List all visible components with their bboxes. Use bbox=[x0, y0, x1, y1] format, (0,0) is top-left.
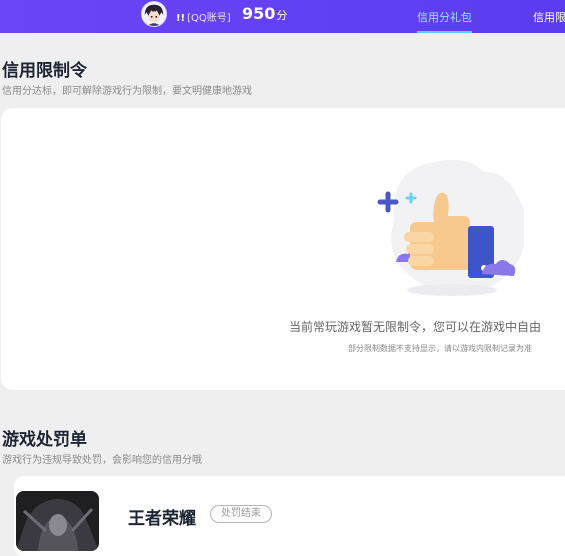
thumbs-up-icon bbox=[374, 150, 526, 300]
restriction-section-title: 信用限制令 bbox=[2, 61, 87, 81]
empty-restriction-message: 当前常玩游戏暂无限制令，您可以在游戏中自由 bbox=[289, 320, 542, 334]
tab-credit-gift[interactable]: 信用分礼包 bbox=[417, 9, 472, 33]
empty-restriction-note: 部分限制数据不支持显示，请以游戏内限制记录为准 bbox=[348, 344, 532, 353]
punishment-section-title: 游戏处罚单 bbox=[2, 430, 87, 450]
game-name: 王者荣耀 bbox=[128, 509, 196, 529]
restriction-section-subtitle: 信用分达标，即可解除游戏行为限制，要文明健康地游戏 bbox=[2, 86, 252, 97]
credit-score-unit: 分 bbox=[276, 9, 288, 22]
game-thumbnail bbox=[16, 491, 99, 551]
avatar[interactable] bbox=[141, 1, 167, 27]
account-label: [QQ账号] bbox=[187, 13, 231, 24]
credit-score-value: 950 bbox=[242, 4, 276, 23]
top-bar: !! [QQ账号] 950分 信用分礼包 信用限 bbox=[0, 0, 565, 33]
status-badge: 处罚结束 bbox=[210, 505, 272, 523]
username: !! [QQ账号] bbox=[176, 9, 231, 24]
punishment-section-subtitle: 游戏行为违规导致处罚，会影响您的信用分哦 bbox=[2, 455, 202, 466]
tab-credit-restriction[interactable]: 信用限 bbox=[533, 9, 565, 25]
credit-score: 950分 bbox=[242, 4, 287, 23]
username-mark: !! bbox=[176, 13, 186, 24]
